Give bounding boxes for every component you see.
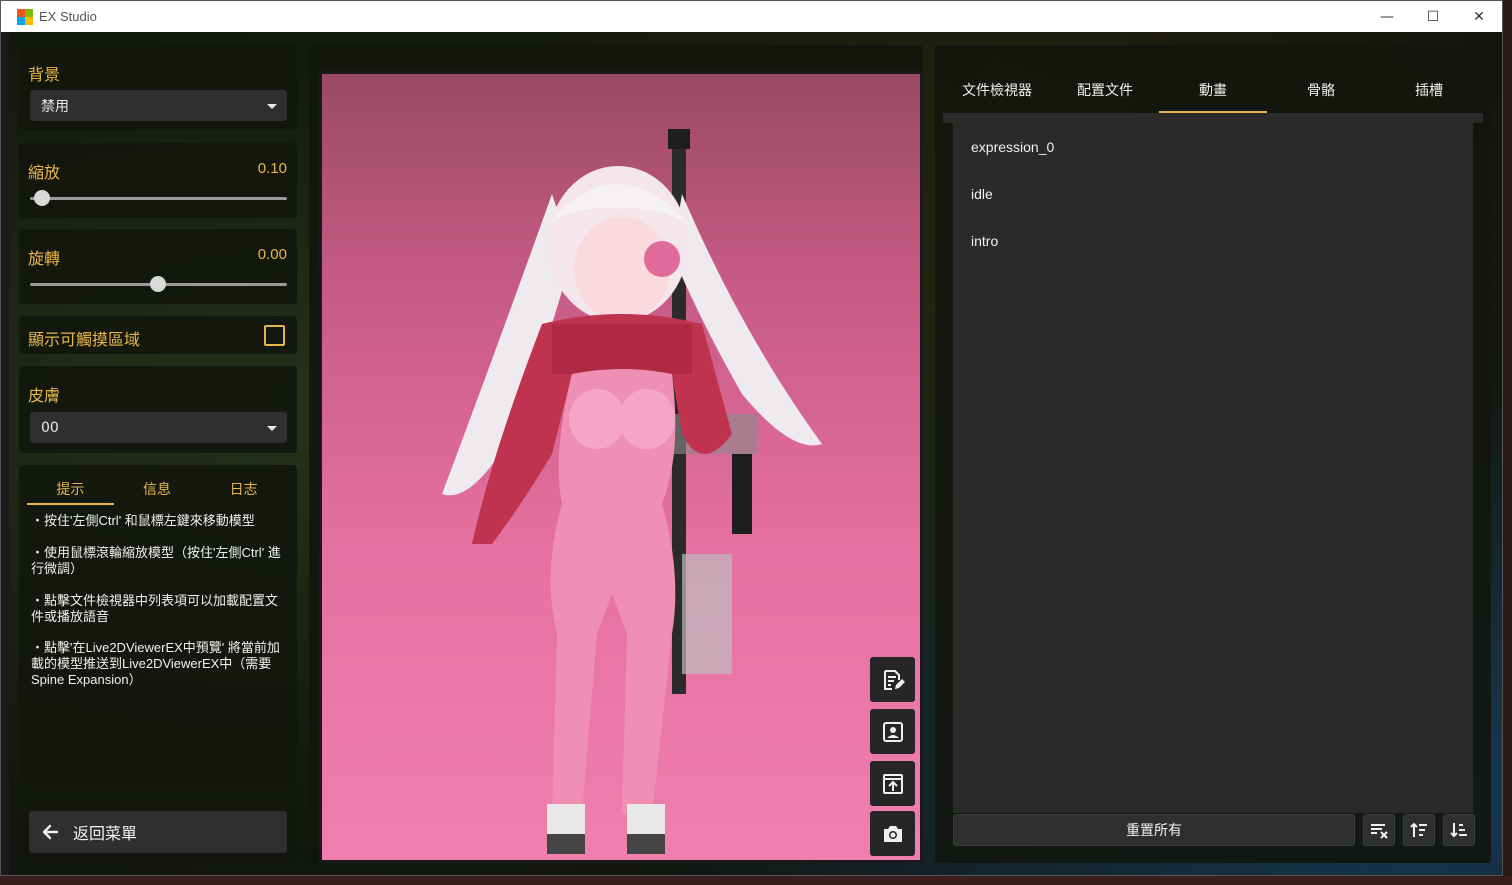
close-button[interactable]: ✕	[1456, 1, 1502, 32]
rotate-label: 旋轉	[28, 251, 61, 268]
right-tabs: 文件檢視器 配置文件 動畫 骨骼 插槽	[943, 67, 1483, 113]
chevron-down-icon	[267, 425, 277, 431]
export-icon	[882, 773, 903, 794]
clear-sort-button[interactable]	[1363, 814, 1395, 846]
tab-tips[interactable]: 提示	[27, 475, 114, 505]
rotate-slider-thumb[interactable]	[150, 276, 166, 292]
sort-descending-button[interactable]	[1443, 814, 1475, 846]
tip-item: ・點擊'在Live2DViewerEX中預覽' 將當前加載的模型推送到Live2…	[31, 640, 280, 687]
minimize-button[interactable]: —	[1364, 1, 1410, 32]
model-viewport[interactable]	[319, 71, 923, 863]
tab-animation[interactable]: 動畫	[1159, 67, 1267, 113]
tab-info[interactable]: 信息	[114, 475, 201, 505]
rotate-card: 旋轉 0.00	[19, 229, 297, 304]
back-to-menu-label: 返回菜單	[73, 824, 138, 843]
background-select[interactable]: 禁用	[30, 90, 287, 121]
window-controls: — ☐ ✕	[1364, 1, 1502, 32]
tab-log[interactable]: 日志	[200, 475, 287, 505]
skin-select[interactable]: 00	[30, 412, 287, 443]
list-item[interactable]: idle	[953, 170, 1473, 217]
skin-card: 皮膚 00	[19, 366, 297, 453]
app-window: EX Studio — ☐ ✕ 背景 禁用 縮放 0.10 旋轉 0.00 顯示…	[0, 0, 1503, 876]
background-desktop-edge	[1503, 0, 1512, 885]
client-area: 背景 禁用 縮放 0.10 旋轉 0.00 顯示可觸摸區域 皮膚 00 提示 信…	[9, 32, 1502, 875]
background-card: 背景 禁用	[19, 45, 297, 130]
portrait-icon	[882, 721, 903, 742]
back-to-menu-button[interactable]: 返回菜單	[29, 811, 287, 853]
export-button[interactable]	[870, 761, 915, 806]
tab-slots[interactable]: 插槽	[1375, 67, 1483, 113]
sort-ascending-icon	[1410, 822, 1427, 837]
maximize-button[interactable]: ☐	[1410, 1, 1456, 32]
camera-icon	[883, 825, 902, 842]
background-label: 背景	[28, 67, 61, 84]
tip-item: ・使用鼠標滾輪縮放模型（按住'左側Ctrl' 進行微調）	[31, 545, 281, 576]
tab-file-viewer[interactable]: 文件檢視器	[943, 67, 1051, 113]
skin-label: 皮膚	[28, 388, 61, 405]
rotate-value: 0.00	[257, 246, 287, 263]
rotate-slider[interactable]	[30, 276, 287, 292]
hitarea-card: 顯示可觸摸區域	[19, 316, 297, 354]
app-logo-icon	[17, 8, 33, 25]
animation-list: expression_0 idle intro	[953, 123, 1473, 813]
scale-slider[interactable]	[30, 190, 287, 206]
background-desktop-bottom	[0, 876, 1512, 885]
tab-bones[interactable]: 骨骼	[1267, 67, 1375, 113]
portrait-button[interactable]	[870, 709, 915, 754]
camera-button[interactable]	[870, 811, 915, 856]
sort-descending-icon	[1450, 823, 1467, 838]
window-title: EX Studio	[39, 9, 97, 24]
back-card: 返回菜單	[19, 801, 297, 863]
skin-select-value: 00	[41, 419, 59, 436]
tips-card: 提示 信息 日志 ・按住'左側Ctrl' 和鼠標左鍵來移動模型 ・使用鼠標滾輪縮…	[19, 465, 297, 790]
tips-tabs: 提示 信息 日志	[27, 475, 287, 505]
list-item[interactable]: intro	[953, 217, 1473, 264]
hitarea-checkbox[interactable]	[264, 325, 285, 346]
right-panel: 文件檢視器 配置文件 動畫 骨骼 插槽 expression_0 idle in…	[935, 45, 1491, 863]
background-select-value: 禁用	[41, 98, 69, 115]
tabs-underline	[943, 113, 1483, 123]
reset-all-button[interactable]: 重置所有	[953, 814, 1355, 846]
character-model	[442, 129, 822, 854]
tab-config[interactable]: 配置文件	[1051, 67, 1159, 113]
hitarea-label: 顯示可觸摸區域	[28, 332, 141, 349]
edit-document-button[interactable]	[870, 657, 915, 702]
scale-label: 縮放	[28, 165, 61, 182]
chevron-down-icon	[267, 103, 277, 109]
scale-slider-thumb[interactable]	[34, 190, 50, 206]
arrow-left-icon	[42, 824, 59, 840]
list-item[interactable]: expression_0	[953, 123, 1473, 170]
scale-value: 0.10	[257, 160, 287, 177]
clear-sort-icon	[1371, 824, 1388, 839]
title-bar: EX Studio — ☐ ✕	[1, 1, 1502, 32]
tip-item: ・按住'左側Ctrl' 和鼠標左鍵來移動模型	[31, 513, 255, 528]
edit-document-icon	[883, 669, 905, 690]
tip-item: ・點擊文件檢視器中列表項可以加載配置文件或播放語音	[31, 593, 279, 624]
sort-ascending-button[interactable]	[1403, 814, 1435, 846]
scale-card: 縮放 0.10	[19, 143, 297, 218]
